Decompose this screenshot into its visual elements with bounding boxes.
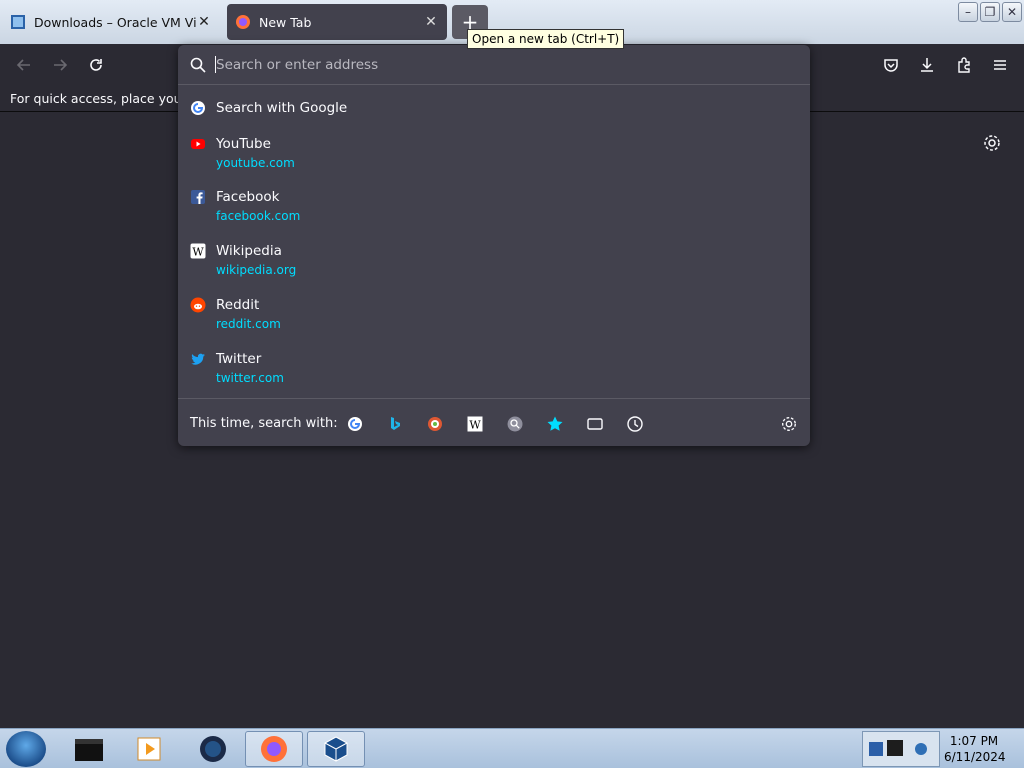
result-title: YouTube: [216, 136, 271, 152]
windows-taskbar: 1:07 PM 6/11/2024: [0, 728, 1024, 768]
duckduckgo-icon[interactable]: [426, 415, 444, 433]
firefox-favicon-icon: [236, 15, 250, 29]
system-tray: [862, 731, 940, 767]
one-off-label: This time, search with:: [190, 416, 338, 431]
google-icon: [191, 101, 205, 115]
result-url: twitter.com: [216, 371, 284, 385]
reload-icon[interactable]: [85, 54, 107, 76]
hamburger-menu-icon[interactable]: [989, 54, 1011, 76]
svg-text:W: W: [469, 419, 481, 432]
youtube-icon: [191, 139, 205, 149]
wikipedia-icon: W: [190, 243, 206, 259]
window-controls: – ❐ ✕: [958, 2, 1022, 22]
tabs-icon[interactable]: [586, 415, 604, 433]
search-suggestion-label: Search with Google: [216, 100, 348, 116]
close-window-button[interactable]: ✕: [1002, 2, 1022, 22]
result-url: youtube.com: [216, 156, 295, 170]
result-url: reddit.com: [216, 317, 281, 331]
search-engine-icon[interactable]: [506, 415, 524, 433]
search-icon: [190, 57, 206, 77]
taskbar-app-firefox[interactable]: [245, 731, 303, 767]
reddit-icon: [190, 297, 206, 313]
svg-text:W: W: [192, 246, 204, 259]
pocket-icon[interactable]: [880, 54, 902, 76]
clock-time: 1:07 PM: [949, 734, 999, 748]
text-caret: [215, 56, 216, 73]
one-off-search-bar: This time, search with: W: [178, 398, 810, 446]
tab-close-icon[interactable]: ✕: [423, 14, 439, 30]
result-row-reddit[interactable]: Reddit reddit.com: [178, 297, 810, 337]
media-player-icon: [137, 737, 161, 761]
urlbar-input-row: [178, 45, 810, 85]
result-row-youtube[interactable]: YouTube youtube.com: [178, 136, 810, 176]
result-title: Twitter: [216, 351, 262, 367]
taskbar-app-browser[interactable]: [184, 731, 242, 767]
maximize-button[interactable]: ❐: [980, 2, 1000, 22]
history-clock-icon[interactable]: [626, 415, 644, 433]
black-box-icon: [75, 739, 103, 761]
result-url: facebook.com: [216, 209, 301, 223]
address-input[interactable]: [216, 54, 786, 76]
taskbar-app-terminal[interactable]: [60, 731, 118, 767]
globe-icon: [200, 736, 226, 762]
urlbar-dropdown: Search with Google YouTube youtube.com F…: [178, 45, 810, 446]
twitter-icon: [191, 353, 205, 365]
result-row-wikipedia[interactable]: W Wikipedia wikipedia.org: [178, 243, 810, 283]
extensions-icon[interactable]: [953, 54, 975, 76]
taskbar-app-media-player[interactable]: [120, 731, 178, 767]
result-title: Reddit: [216, 297, 260, 313]
tray-icons: [869, 740, 927, 756]
tab-close-icon[interactable]: ✕: [196, 14, 212, 30]
taskbar-clock[interactable]: 1:07 PM 6/11/2024: [944, 733, 1006, 765]
search-settings-gear-icon[interactable]: [780, 415, 798, 433]
wikipedia-icon[interactable]: W: [466, 415, 484, 433]
result-title: Wikipedia: [216, 243, 282, 259]
downloads-icon[interactable]: [916, 54, 938, 76]
virtualbox-favicon-icon: [11, 15, 25, 29]
tab-strip: Downloads – Oracle VM VirtualBox ✕ New T…: [0, 0, 1024, 49]
new-tab-tooltip: Open a new tab (Ctrl+T): [467, 29, 625, 49]
google-icon[interactable]: [346, 415, 364, 433]
clock-date: 6/11/2024: [944, 750, 1006, 764]
taskbar-app-virtualbox[interactable]: [307, 731, 365, 767]
forward-arrow-icon[interactable]: [49, 54, 71, 76]
bing-icon[interactable]: [386, 415, 404, 433]
tab-title: Downloads – Oracle VM VirtualBox: [34, 14, 196, 30]
facebook-icon: [191, 190, 205, 204]
result-title: Facebook: [216, 189, 280, 205]
virtualbox-icon: [324, 736, 348, 762]
search-with-google-row[interactable]: Search with Google: [178, 100, 810, 122]
bookmarks-star-icon[interactable]: [546, 415, 564, 433]
tab-title: New Tab: [259, 14, 312, 30]
minimize-button[interactable]: –: [958, 2, 978, 22]
tab-downloads[interactable]: Downloads – Oracle VM VirtualBox ✕: [2, 4, 220, 40]
result-url: wikipedia.org: [216, 263, 297, 277]
tab-new-tab[interactable]: New Tab ✕: [227, 4, 447, 40]
firefox-icon: [261, 736, 287, 762]
result-row-twitter[interactable]: Twitter twitter.com: [178, 351, 810, 391]
newtab-settings-gear-icon[interactable]: [982, 133, 1002, 157]
start-button[interactable]: [6, 731, 46, 767]
back-arrow-icon[interactable]: [13, 54, 35, 76]
result-row-facebook[interactable]: Facebook facebook.com: [178, 189, 810, 229]
